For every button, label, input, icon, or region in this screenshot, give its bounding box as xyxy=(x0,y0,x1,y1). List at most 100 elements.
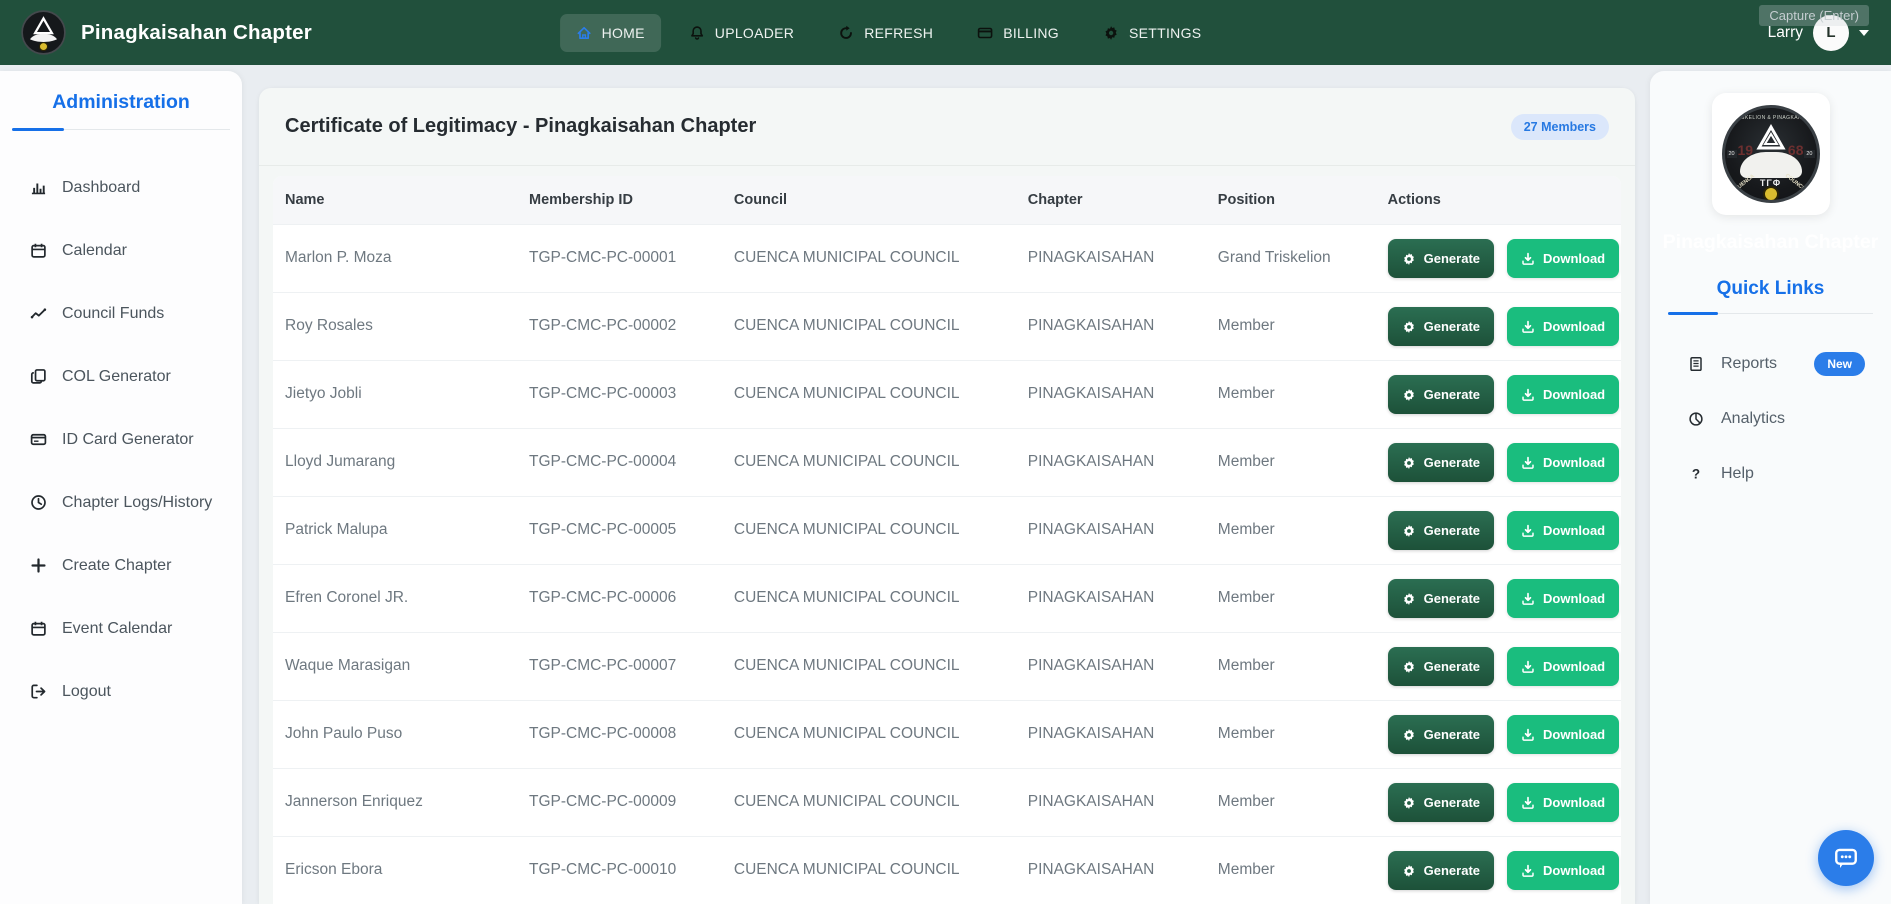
sidebar-menu: Dashboard Calendar Council Funds xyxy=(0,156,242,723)
council-name: CUENCA MUNICIPAL COUNCIL xyxy=(722,836,1016,904)
council-name: CUENCA MUNICIPAL COUNCIL xyxy=(722,292,1016,360)
member-position: Grand Triskelion xyxy=(1206,224,1376,292)
download-button[interactable]: Download xyxy=(1507,579,1619,618)
download-button[interactable]: Download xyxy=(1507,647,1619,686)
download-button[interactable]: Download xyxy=(1507,307,1619,346)
nav-item-billing[interactable]: BILLING xyxy=(961,14,1075,52)
member-position: Member xyxy=(1206,496,1376,564)
download-icon xyxy=(1521,456,1535,470)
download-button[interactable]: Download xyxy=(1507,851,1619,890)
emblem-gold-badge xyxy=(1763,186,1779,202)
column-header: Council xyxy=(722,176,1016,224)
generate-button[interactable]: Generate xyxy=(1388,715,1494,754)
quick-link-label: Help xyxy=(1721,465,1754,483)
download-button[interactable]: Download xyxy=(1507,443,1619,482)
sidebar-item-create-chapter[interactable]: Create Chapter xyxy=(0,534,242,597)
member-name: Waque Marasigan xyxy=(273,632,517,700)
row-actions: Generate Download xyxy=(1376,564,1621,632)
generate-button-label: Generate xyxy=(1424,863,1480,878)
nav-item-refresh[interactable]: REFRESH xyxy=(822,14,949,52)
column-header: Position xyxy=(1206,176,1376,224)
download-button[interactable]: Download xyxy=(1507,783,1619,822)
generate-button[interactable]: Generate xyxy=(1388,307,1494,346)
download-icon xyxy=(1521,728,1535,742)
chapter-name: PINAGKAISAHAN xyxy=(1016,224,1206,292)
app-screen: Pinagkaisahan Chapter HOME UPLOADER REFR… xyxy=(0,0,1891,904)
sidebar-item-event-calendar[interactable]: Event Calendar xyxy=(0,597,242,660)
generate-button[interactable]: Generate xyxy=(1388,375,1494,414)
download-button[interactable]: Download xyxy=(1507,715,1619,754)
download-button-label: Download xyxy=(1543,455,1605,470)
member-name: Lloyd Jumarang xyxy=(273,428,517,496)
quick-link-help[interactable]: ? Help xyxy=(1650,446,1891,501)
sidebar-item-dashboard[interactable]: Dashboard xyxy=(0,156,242,219)
sidebar-item-council-funds[interactable]: Council Funds xyxy=(0,282,242,345)
nav-item-uploader[interactable]: UPLOADER xyxy=(673,14,810,52)
table-row: Ericson Ebora TGP-CMC-PC-00010 CUENCA MU… xyxy=(273,836,1621,904)
gear-icon xyxy=(1402,388,1416,402)
member-position: Member xyxy=(1206,292,1376,360)
refresh-icon xyxy=(838,25,854,41)
council-name: CUENCA MUNICIPAL COUNCIL xyxy=(722,768,1016,836)
quick-links-sidebar: TRISKELION & PINAGKAISAHAN 19 68 ΤΓΦ 20 … xyxy=(1650,71,1891,904)
user-name: Larry xyxy=(1768,24,1803,42)
nav-item-label: UPLOADER xyxy=(715,25,794,41)
generate-button[interactable]: Generate xyxy=(1388,579,1494,618)
membership-id: TGP-CMC-PC-00006 xyxy=(517,564,722,632)
table-header-row: NameMembership IDCouncilChapterPositionA… xyxy=(273,176,1621,224)
generate-button[interactable]: Generate xyxy=(1388,851,1494,890)
member-name: Jannerson Enriquez xyxy=(273,768,517,836)
emblem-triangle-icon xyxy=(1750,124,1792,154)
row-actions: Generate Download xyxy=(1376,836,1621,904)
generate-button-label: Generate xyxy=(1424,523,1480,538)
chapter-name: PINAGKAISAHAN xyxy=(1016,360,1206,428)
members-table: NameMembership IDCouncilChapterPositionA… xyxy=(273,176,1621,904)
download-button[interactable]: Download xyxy=(1507,239,1619,278)
sidebar-divider xyxy=(12,129,230,130)
row-actions: Generate Download xyxy=(1376,700,1621,768)
generate-button[interactable]: Generate xyxy=(1388,783,1494,822)
generate-button[interactable]: Generate xyxy=(1388,443,1494,482)
download-button[interactable]: Download xyxy=(1507,375,1619,414)
member-position: Member xyxy=(1206,360,1376,428)
membership-id: TGP-CMC-PC-00004 xyxy=(517,428,722,496)
main-nav: HOME UPLOADER REFRESH BILLING xyxy=(560,14,1218,52)
gear-icon xyxy=(1402,592,1416,606)
member-name: Ericson Ebora xyxy=(273,836,517,904)
nav-item-label: BILLING xyxy=(1003,25,1059,41)
home-icon xyxy=(576,25,592,41)
calendar-icon xyxy=(30,620,47,637)
sidebar-item-col-generator[interactable]: COL Generator xyxy=(0,345,242,408)
sidebar-item-id-card-generator[interactable]: ID Card Generator xyxy=(0,408,242,471)
nav-item-home[interactable]: HOME xyxy=(560,14,661,52)
download-button-label: Download xyxy=(1543,523,1605,538)
chapter-name: PINAGKAISAHAN xyxy=(1016,564,1206,632)
quick-link-reports[interactable]: Reports New xyxy=(1650,336,1891,391)
download-button-label: Download xyxy=(1543,251,1605,266)
member-name: John Paulo Puso xyxy=(273,700,517,768)
col-card: Certificate of Legitimacy - Pinagkaisaha… xyxy=(259,88,1635,904)
brand-logo-icon xyxy=(21,10,66,55)
credit-card-icon xyxy=(977,25,993,41)
generate-button[interactable]: Generate xyxy=(1388,647,1494,686)
council-name: CUENCA MUNICIPAL COUNCIL xyxy=(722,360,1016,428)
quick-link-analytics[interactable]: Analytics xyxy=(1650,391,1891,446)
avatar-initial: L xyxy=(1826,24,1835,41)
membership-id: TGP-CMC-PC-00008 xyxy=(517,700,722,768)
sidebar-item-calendar[interactable]: Calendar xyxy=(0,219,242,282)
sidebar-item-chapter-logs[interactable]: Chapter Logs/History xyxy=(0,471,242,534)
download-button[interactable]: Download xyxy=(1507,511,1619,550)
sidebar-item-logout[interactable]: Logout xyxy=(0,660,242,723)
generate-button-label: Generate xyxy=(1424,455,1480,470)
member-position: Member xyxy=(1206,632,1376,700)
generate-button[interactable]: Generate xyxy=(1388,511,1494,550)
quick-link-label: Analytics xyxy=(1721,410,1785,428)
emblem-side-left: 20 xyxy=(1727,150,1737,158)
table-row: Patrick Malupa TGP-CMC-PC-00005 CUENCA M… xyxy=(273,496,1621,564)
table-row: Efren Coronel JR. TGP-CMC-PC-00006 CUENC… xyxy=(273,564,1621,632)
chevron-down-icon[interactable] xyxy=(1859,30,1869,36)
nav-item-label: HOME xyxy=(602,25,645,41)
chat-button[interactable] xyxy=(1818,830,1874,886)
generate-button[interactable]: Generate xyxy=(1388,239,1494,278)
nav-item-settings[interactable]: SETTINGS xyxy=(1087,14,1217,52)
